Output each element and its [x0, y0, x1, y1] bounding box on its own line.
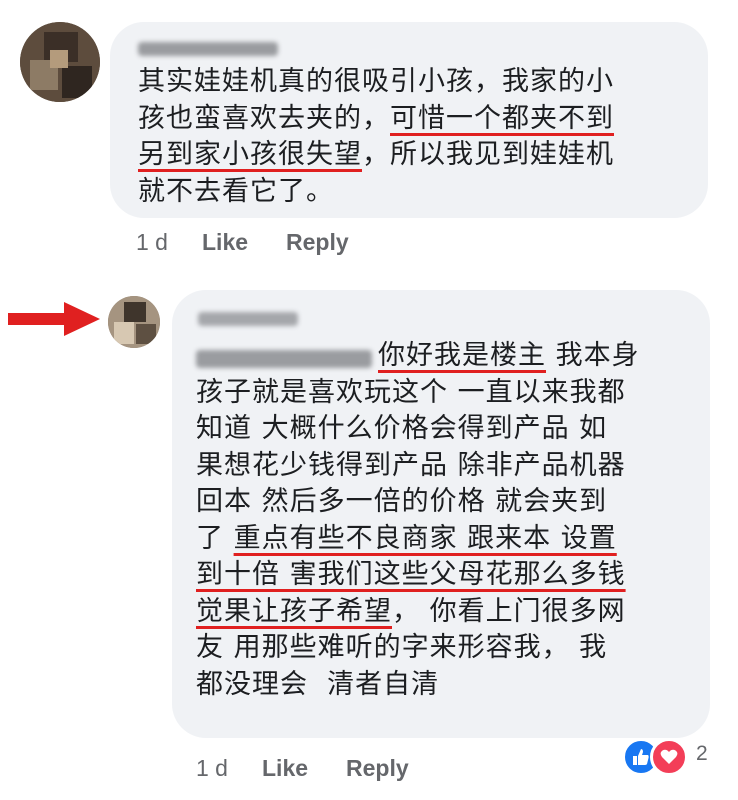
- reaction-count: 2: [696, 742, 708, 765]
- comment-text: 其实娃娃机真的很吸引小孩，我家的小 孩也蛮喜欢去夹的，可惜一个都夹不到 另到家小…: [138, 66, 614, 207]
- comment-time[interactable]: 1 d: [136, 229, 168, 256]
- underlined-phrase: 重点有些不良商家 跟来本 设置: [233, 522, 617, 554]
- author-name-blurred[interactable]: [198, 312, 298, 326]
- love-reaction-icon: [650, 738, 688, 776]
- reply-button[interactable]: Reply: [346, 755, 409, 782]
- reply-button[interactable]: Reply: [286, 229, 349, 256]
- underlined-phrase: 到十倍 害我们这些父母花那么多钱: [196, 559, 626, 590]
- like-button[interactable]: Like: [202, 229, 248, 256]
- like-button[interactable]: Like: [262, 755, 308, 782]
- underlined-phrase: 你好我是楼主: [378, 340, 546, 371]
- commenter-avatar[interactable]: [20, 22, 100, 102]
- underlined-phrase: 可惜一个都夹不到: [390, 102, 614, 134]
- underlined-phrase: 另到家小孩很失望: [138, 139, 362, 170]
- reply-time[interactable]: 1 d: [196, 755, 228, 782]
- reply-text: 你好我是楼主 我本身 孩子就是喜欢玩这个 一直以来我都 知道 大概什么价格会得到…: [196, 340, 640, 700]
- reaction-summary[interactable]: 2: [622, 736, 714, 776]
- underlined-phrase: 觉果让孩子希望: [196, 595, 392, 627]
- red-arrow-icon: [8, 302, 100, 336]
- author-name-blurred[interactable]: [138, 42, 278, 56]
- replier-avatar[interactable]: [108, 296, 160, 348]
